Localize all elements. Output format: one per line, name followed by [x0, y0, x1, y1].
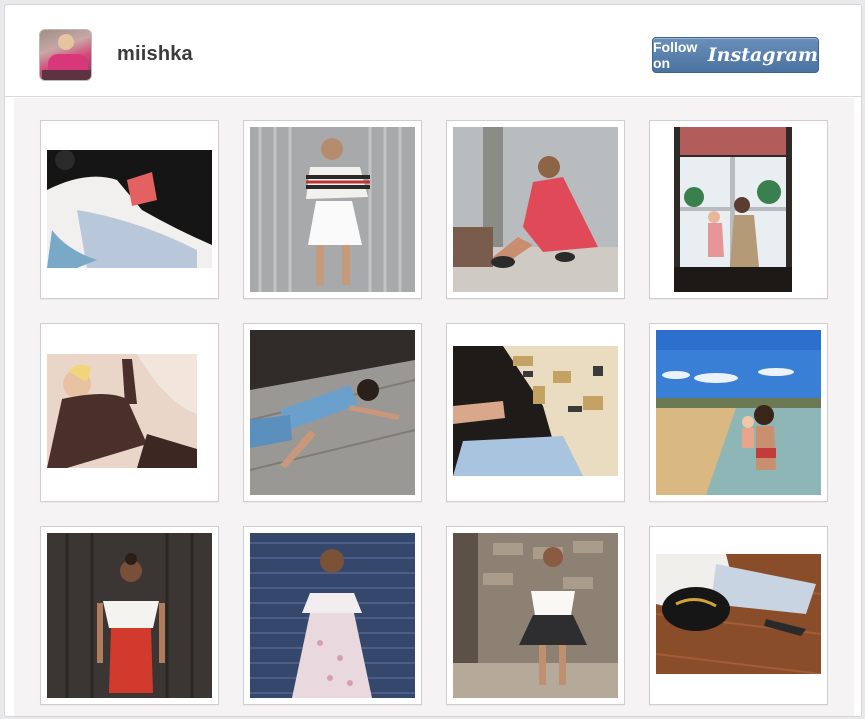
- photo-thumbnail[interactable]: [446, 120, 625, 299]
- photo-thumbnail[interactable]: [243, 120, 422, 299]
- photo-thumbnail[interactable]: [243, 323, 422, 502]
- photo-image: [47, 533, 212, 698]
- photo-image: [47, 354, 197, 468]
- photo-image: [47, 150, 212, 268]
- photo-thumbnail[interactable]: [243, 526, 422, 705]
- photo-thumbnail[interactable]: [649, 120, 828, 299]
- photo-thumbnail[interactable]: [649, 526, 828, 705]
- widget-header: miishka Follow on Instagram: [5, 5, 861, 97]
- photo-image: [453, 127, 618, 292]
- photo-grid: [14, 98, 854, 716]
- avatar-head: [58, 34, 74, 50]
- profile-avatar[interactable]: [39, 29, 92, 81]
- photo-image: [250, 330, 415, 495]
- photo-thumbnail[interactable]: [649, 323, 828, 502]
- photo-thumbnail[interactable]: [40, 526, 219, 705]
- photo-thumbnail[interactable]: [446, 526, 625, 705]
- profile-username[interactable]: miishka: [117, 43, 193, 66]
- photo-image: [656, 330, 821, 495]
- photo-image: [250, 533, 415, 698]
- photo-image: [656, 554, 821, 674]
- photo-image: [453, 346, 618, 476]
- photo-thumbnail[interactable]: [40, 323, 219, 502]
- photo-thumbnail[interactable]: [40, 120, 219, 299]
- follow-label: Follow on: [653, 39, 698, 71]
- photo-image: [453, 533, 618, 698]
- photo-image: [674, 127, 792, 292]
- photo-image: [250, 127, 415, 292]
- follow-on-instagram-button[interactable]: Follow on Instagram: [652, 37, 819, 73]
- photo-thumbnail[interactable]: [446, 323, 625, 502]
- instagram-logotype: Instagram: [707, 44, 818, 66]
- avatar-base: [42, 70, 91, 80]
- instagram-widget: miishka Follow on Instagram: [4, 4, 862, 717]
